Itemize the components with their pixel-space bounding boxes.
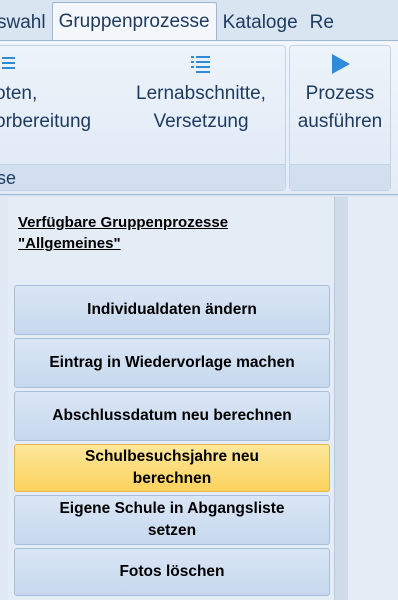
tab-gruppenprozesse[interactable]: Gruppenprozesse (51, 2, 217, 42)
process-button-wiedervorlage[interactable]: Eintrag in Wiedervorlage machen (14, 338, 330, 388)
process-button-label: setzen (147, 522, 197, 539)
ribbon: oten, orbereitung Lernabschnitte, Verset… (0, 40, 398, 195)
ribbon-button-label: Lernabschnitte, (136, 83, 266, 104)
ribbon-button-label: ausführen (297, 111, 383, 132)
ribbon-tab-strip: swahl Gruppenprozesse Kataloge Re (0, 0, 398, 42)
ribbon-group-ausfuehren: Prozess ausführen (289, 45, 391, 191)
ribbon-group-prozesse: oten, orbereitung Lernabschnitte, Verset… (0, 45, 286, 191)
ribbon-group-label: se (0, 164, 285, 190)
ribbon-button-label: oten, (0, 83, 38, 104)
ribbon-button-prozess-ausfuehren[interactable]: Prozess ausführen (290, 52, 390, 136)
ribbon-group-label (290, 164, 390, 190)
process-button-individualdaten[interactable]: Individualdaten ändern (14, 285, 330, 335)
process-button-label: Individualdaten ändern (87, 301, 257, 318)
play-icon (332, 54, 350, 74)
process-button-abgangsliste[interactable]: Eigene Schule in Abgangsliste setzen (14, 495, 330, 545)
process-button-fotos-loeschen[interactable]: Fotos löschen (14, 548, 330, 596)
process-button-label: Abschlussdatum neu berechnen (52, 407, 292, 424)
ribbon-button-label: Prozess (305, 83, 375, 104)
tab-auswahl[interactable]: swahl (0, 6, 52, 42)
process-button-label: Eigene Schule in Abgangsliste (59, 500, 285, 517)
panel-heading-line: Verfügbare Gruppenprozesse (18, 214, 229, 231)
ribbon-button-noten[interactable]: oten, orbereitung (0, 52, 115, 136)
process-button-label: Eintrag in Wiedervorlage machen (49, 354, 295, 371)
panel-heading: Verfügbare Gruppenprozesse "Allgemeines" (18, 212, 318, 254)
process-button-label: Fotos löschen (119, 563, 225, 580)
process-button-label: berechnen (132, 470, 212, 487)
list-icon (2, 57, 15, 69)
tab-reports[interactable]: Re (304, 6, 340, 42)
panel-splitter[interactable] (334, 197, 348, 600)
list-icon (191, 56, 210, 73)
process-button-label: Schulbesuchsjahre neu (85, 448, 259, 465)
ribbon-button-label: orbereitung (0, 111, 92, 132)
ribbon-button-label: Versetzung (153, 111, 249, 132)
tab-kataloge[interactable]: Kataloge (217, 6, 304, 42)
process-button-schulbesuchsjahre[interactable]: Schulbesuchsjahre neu berechnen (14, 444, 330, 492)
ribbon-button-lernabschnitte[interactable]: Lernabschnitte, Versetzung (123, 52, 279, 136)
process-button-abschlussdatum[interactable]: Abschlussdatum neu berechnen (14, 391, 330, 441)
panel-heading-line: "Allgemeines" (18, 235, 121, 252)
right-panel (348, 197, 398, 600)
